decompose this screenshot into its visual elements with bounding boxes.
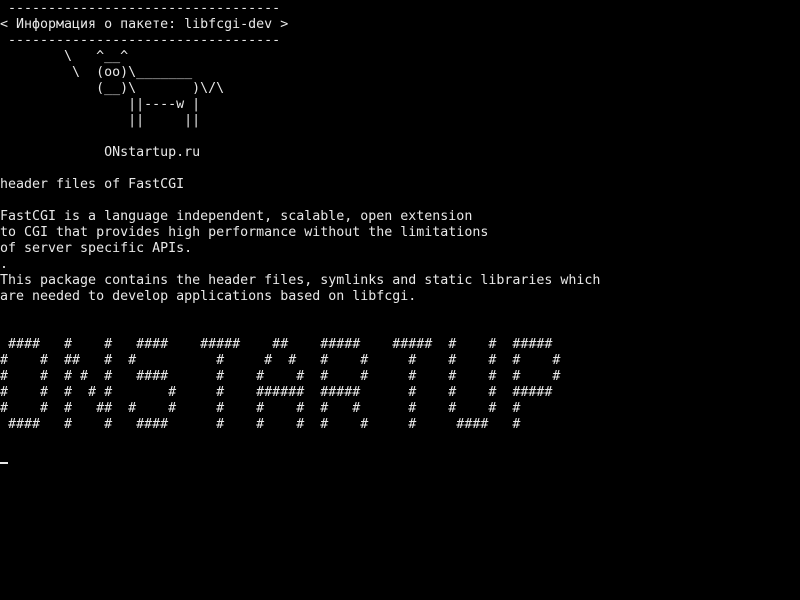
site-name: ONstartup.ru — [0, 145, 201, 160]
banner-border-bottom: ---------------------------------- — [0, 33, 281, 48]
big-text-line: # # # ## # # # # # # # # # # # — [0, 401, 521, 416]
package-summary: header files of FastCGI — [0, 177, 185, 192]
big-text-line: # # # # # #### # # # # # # # # # # — [0, 369, 561, 384]
cow-ascii-line: ||----w | — [0, 97, 201, 112]
cow-ascii-line: \ ^__^ — [0, 49, 129, 64]
description-line: This package contains the header files, … — [0, 273, 601, 288]
cow-ascii-line: (__)\ )\/\ — [0, 81, 225, 96]
text-cursor — [0, 462, 8, 464]
banner-title: < Информация о пакете: libfcgi-dev > — [0, 17, 289, 32]
description-line: of server specific APIs. — [0, 241, 193, 256]
big-text-line: #### # # #### ##### ## ##### ##### # # #… — [0, 337, 553, 352]
cow-ascii-line: || || — [0, 113, 201, 128]
description-line: to CGI that provides high performance wi… — [0, 225, 489, 240]
terminal-screen[interactable]: ---------------------------------- < Инф… — [0, 0, 800, 600]
description-line: are needed to develop applications based… — [0, 289, 417, 304]
description-line: . — [0, 257, 9, 272]
banner-border-top: ---------------------------------- — [0, 1, 281, 16]
description-line: FastCGI is a language independent, scala… — [0, 209, 473, 224]
cow-ascii-line: \ (oo)\_______ — [0, 65, 193, 80]
big-text-line: #### # # #### # # # # # # #### # — [0, 417, 521, 432]
big-text-line: # # ## # # # # # # # # # # # # — [0, 353, 561, 368]
big-text-line: # # # # # # # ###### ##### # # # ##### — [0, 385, 553, 400]
